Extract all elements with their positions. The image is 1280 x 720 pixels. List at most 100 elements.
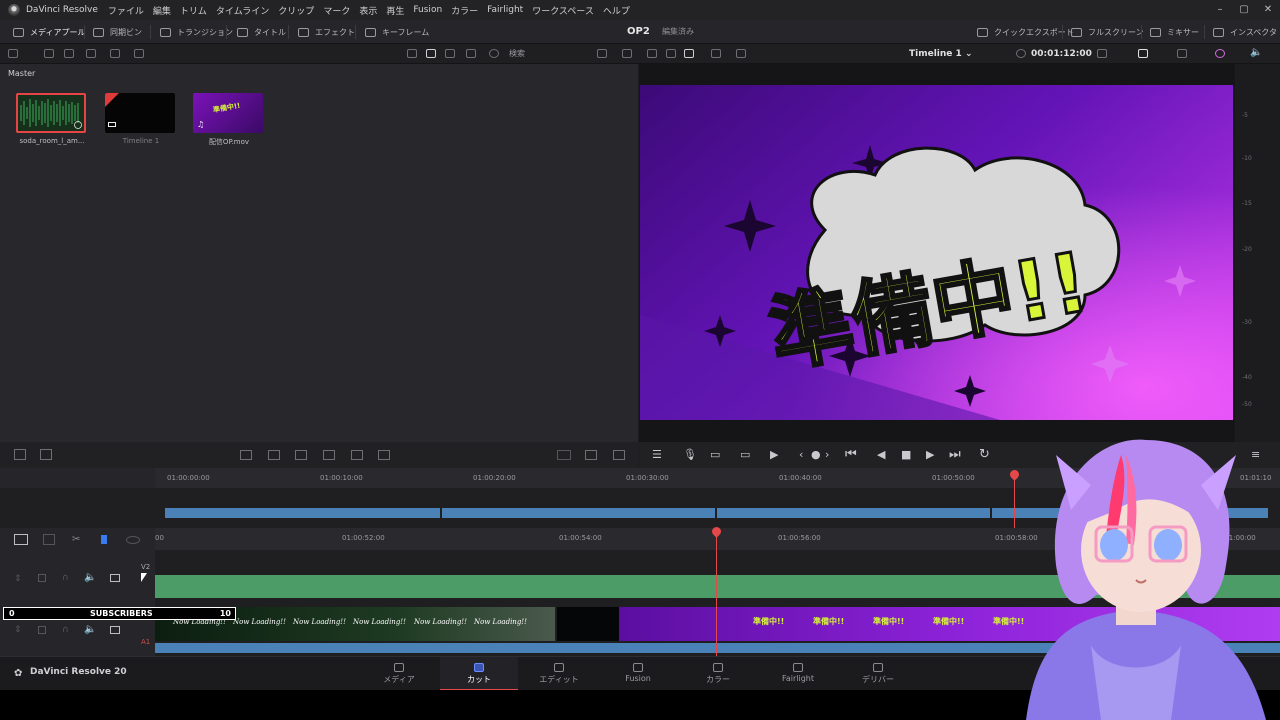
viewer-mode-2-icon[interactable] <box>666 49 676 58</box>
quick-export-button[interactable]: クイックエクスポート <box>977 20 1074 44</box>
menu-help[interactable]: ヘルプ <box>603 4 630 17</box>
lock-track-icon[interactable] <box>38 574 46 582</box>
transform-icon[interactable] <box>1177 49 1187 58</box>
media-pool-button[interactable]: メディアプール <box>13 20 85 44</box>
effects-button[interactable]: エフェクト <box>298 20 355 44</box>
lower-playhead[interactable] <box>716 530 717 656</box>
next-marker-icon[interactable]: › <box>825 442 829 468</box>
media-clip[interactable]: 準備中!! ♫ 配信OP.mov <box>193 93 265 147</box>
timeline-clip[interactable] <box>442 508 715 518</box>
sort-icon[interactable] <box>597 49 607 58</box>
video-toggle-icon[interactable] <box>110 626 120 634</box>
timecode-display[interactable]: 00:01:12:00 <box>1031 44 1092 64</box>
menu-playback[interactable]: 再生 <box>386 4 404 17</box>
play-icon[interactable]: ▶ <box>926 442 934 468</box>
timeline-clip[interactable] <box>717 508 990 518</box>
video-toggle-icon[interactable] <box>110 574 120 582</box>
menu-timeline[interactable]: タイムライン <box>216 4 269 17</box>
stop-icon[interactable]: ■ <box>901 442 911 468</box>
menu-trim[interactable]: トリム <box>180 4 207 17</box>
viewer-source-icon[interactable] <box>585 450 597 460</box>
search-input[interactable]: 検索 <box>505 47 585 61</box>
timeline-clip[interactable] <box>165 508 440 518</box>
sync-icon[interactable] <box>110 49 120 58</box>
link-icon[interactable] <box>134 49 144 58</box>
menu-view[interactable]: 表示 <box>359 4 377 17</box>
menu-mark[interactable]: マーク <box>323 4 350 17</box>
menu-workspace[interactable]: ワークスペース <box>532 4 594 17</box>
trim-icon[interactable]: ▭ <box>710 442 720 468</box>
go-to-start-icon[interactable]: ⏮ <box>845 442 857 468</box>
list-view-icon[interactable] <box>407 49 417 58</box>
timeline-selector[interactable]: Timeline 1 ⌄ <box>909 44 972 64</box>
fullscreen-button[interactable]: フルスクリーン <box>1071 20 1144 44</box>
menu-clip[interactable]: クリップ <box>278 4 314 17</box>
smart-insert-icon[interactable] <box>240 450 252 460</box>
ripple-overwrite-icon[interactable] <box>295 450 307 460</box>
titles-button[interactable]: タイトル <box>237 20 286 44</box>
viewer-display-icon[interactable] <box>1138 49 1148 58</box>
menu-color[interactable]: カラー <box>451 4 478 17</box>
safe-area-icon[interactable] <box>711 49 721 58</box>
bin-label[interactable]: Master <box>8 69 35 78</box>
speaker-icon[interactable]: 🔈 <box>84 572 96 583</box>
scissors-icon[interactable]: ✂ <box>72 534 82 545</box>
import-icon[interactable] <box>44 49 54 58</box>
tab-media[interactable]: メディア <box>360 657 438 691</box>
sync-bin-button[interactable]: 同期ビン <box>93 20 142 44</box>
source-overwrite-icon[interactable] <box>378 450 390 460</box>
previous-marker-icon[interactable]: ‹ <box>799 442 803 468</box>
append-icon[interactable] <box>268 450 280 460</box>
strip-view-icon[interactable] <box>445 49 455 58</box>
move-track-icon[interactable]: ⇕ <box>14 625 22 635</box>
tab-cut[interactable]: カット <box>440 657 518 691</box>
minimize-icon[interactable]: – <box>1208 0 1232 20</box>
smart-bin-icon[interactable] <box>86 49 96 58</box>
panel-toggle-icon[interactable] <box>8 49 18 58</box>
source-tape-icon[interactable] <box>557 450 571 460</box>
audio-trim-icon[interactable] <box>43 534 55 545</box>
menu-file[interactable]: ファイル <box>108 4 144 17</box>
volume-icon[interactable]: 🔈 <box>1250 47 1262 58</box>
timeline-view-icon[interactable] <box>14 534 28 545</box>
marker-icon[interactable]: ● <box>811 442 821 468</box>
color-icon[interactable] <box>1215 49 1225 58</box>
smart-indicator-icon[interactable] <box>14 449 26 460</box>
tab-fusion[interactable]: Fusion <box>599 657 677 691</box>
viewer-timeline-icon[interactable] <box>613 450 625 460</box>
close-viewer-icon[interactable] <box>736 49 746 58</box>
search-icon[interactable] <box>489 49 499 58</box>
thumbnail-view-icon[interactable] <box>426 49 436 58</box>
close-icon[interactable]: ✕ <box>1256 0 1280 20</box>
lock-track-icon[interactable] <box>38 626 46 634</box>
metadata-view-icon[interactable] <box>466 49 476 58</box>
tab-fairlight[interactable]: Fairlight <box>759 657 837 691</box>
loop-edit-icon[interactable]: ▶ <box>770 442 778 468</box>
menu-edit[interactable]: 編集 <box>153 4 171 17</box>
viewer-frame[interactable]: 準備中!! <box>640 85 1233 420</box>
reverse-play-icon[interactable]: ◀ <box>877 442 885 468</box>
refresh-icon[interactable] <box>622 49 632 58</box>
mixer-button[interactable]: ミキサー <box>1150 20 1199 44</box>
media-clip[interactable]: Timeline 1 <box>105 93 177 145</box>
tab-color[interactable]: カラー <box>679 657 757 691</box>
headphones-icon[interactable]: ∩ <box>62 573 69 583</box>
close-up-icon[interactable] <box>323 450 335 460</box>
menu-fairlight[interactable]: Fairlight <box>487 5 523 15</box>
aspect-icon[interactable] <box>1097 49 1107 58</box>
keyframes-button[interactable]: キーフレーム <box>365 20 429 44</box>
headphones-icon[interactable]: ∩ <box>62 625 69 635</box>
loop-icon[interactable]: ↻ <box>979 442 990 468</box>
speaker-icon[interactable]: 🔈 <box>84 624 96 635</box>
tab-deliver[interactable]: デリバー <box>839 657 917 691</box>
video-clip[interactable] <box>557 607 619 641</box>
zoom-icon[interactable]: ▭ <box>740 442 750 468</box>
menu-fusion[interactable]: Fusion <box>413 5 442 15</box>
media-clip[interactable]: soda_room_l_am... <box>16 93 88 145</box>
maximize-icon[interactable]: ▢ <box>1232 0 1256 20</box>
new-bin-icon[interactable] <box>64 49 74 58</box>
transitions-button[interactable]: トランジション <box>160 20 233 44</box>
split-clip-icon[interactable] <box>40 449 52 460</box>
settings-sliders-icon[interactable]: ☰ <box>652 442 662 468</box>
flag-icon[interactable] <box>101 535 107 544</box>
